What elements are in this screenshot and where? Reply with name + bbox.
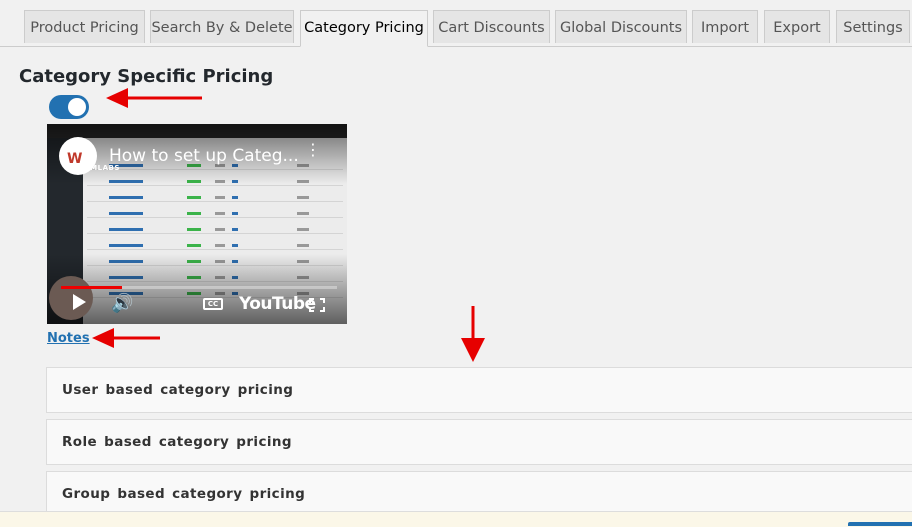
settings-tabs: Product Pricing Search By & Delete Categ… [0,0,912,47]
section-role-based-pricing[interactable]: Role based category pricing [46,419,912,465]
youtube-logo[interactable]: YouTube [239,294,316,314]
tab-product-pricing[interactable]: Product Pricing [24,10,145,43]
video-title[interactable]: How to set up Categ... [109,146,299,166]
tab-settings[interactable]: Settings [836,10,910,43]
play-icon[interactable] [73,294,86,310]
section-label: Group based category pricing [62,486,306,502]
more-options-icon[interactable]: ⋮ [305,143,321,159]
tab-global-discounts[interactable]: Global Discounts [555,10,687,43]
tutorial-video-player[interactable]: W WISDMLABS How to set up Categ... ⋮ 🔊 C… [47,124,347,324]
tab-import[interactable]: Import [692,10,758,43]
annotation-arrow-icon [106,88,202,108]
video-progress-bar[interactable] [61,286,337,289]
bottom-action-button[interactable] [848,522,912,526]
tab-search-by-delete[interactable]: Search By & Delete [150,10,294,43]
category-pricing-toggle[interactable] [49,95,89,119]
annotation-arrow-icon [92,328,160,348]
notes-link[interactable]: Notes [47,331,90,346]
annotation-arrow-icon [461,306,485,362]
volume-icon[interactable]: 🔊 [111,294,133,312]
page-title: Category Specific Pricing [19,66,274,87]
section-user-based-pricing[interactable]: User based category pricing [46,367,912,413]
video-progress-fill [61,286,122,289]
tab-export[interactable]: Export [764,10,830,43]
section-label: User based category pricing [62,382,294,398]
tab-category-pricing[interactable]: Category Pricing [300,10,428,47]
section-label: Role based category pricing [62,434,292,450]
bottom-notice-bar [0,511,912,527]
closed-captions-icon[interactable]: CC [203,298,223,310]
tab-cart-discounts[interactable]: Cart Discounts [433,10,550,43]
fullscreen-icon[interactable] [309,298,325,312]
toggle-knob [68,98,86,116]
presenter-thumbnail [49,276,93,320]
